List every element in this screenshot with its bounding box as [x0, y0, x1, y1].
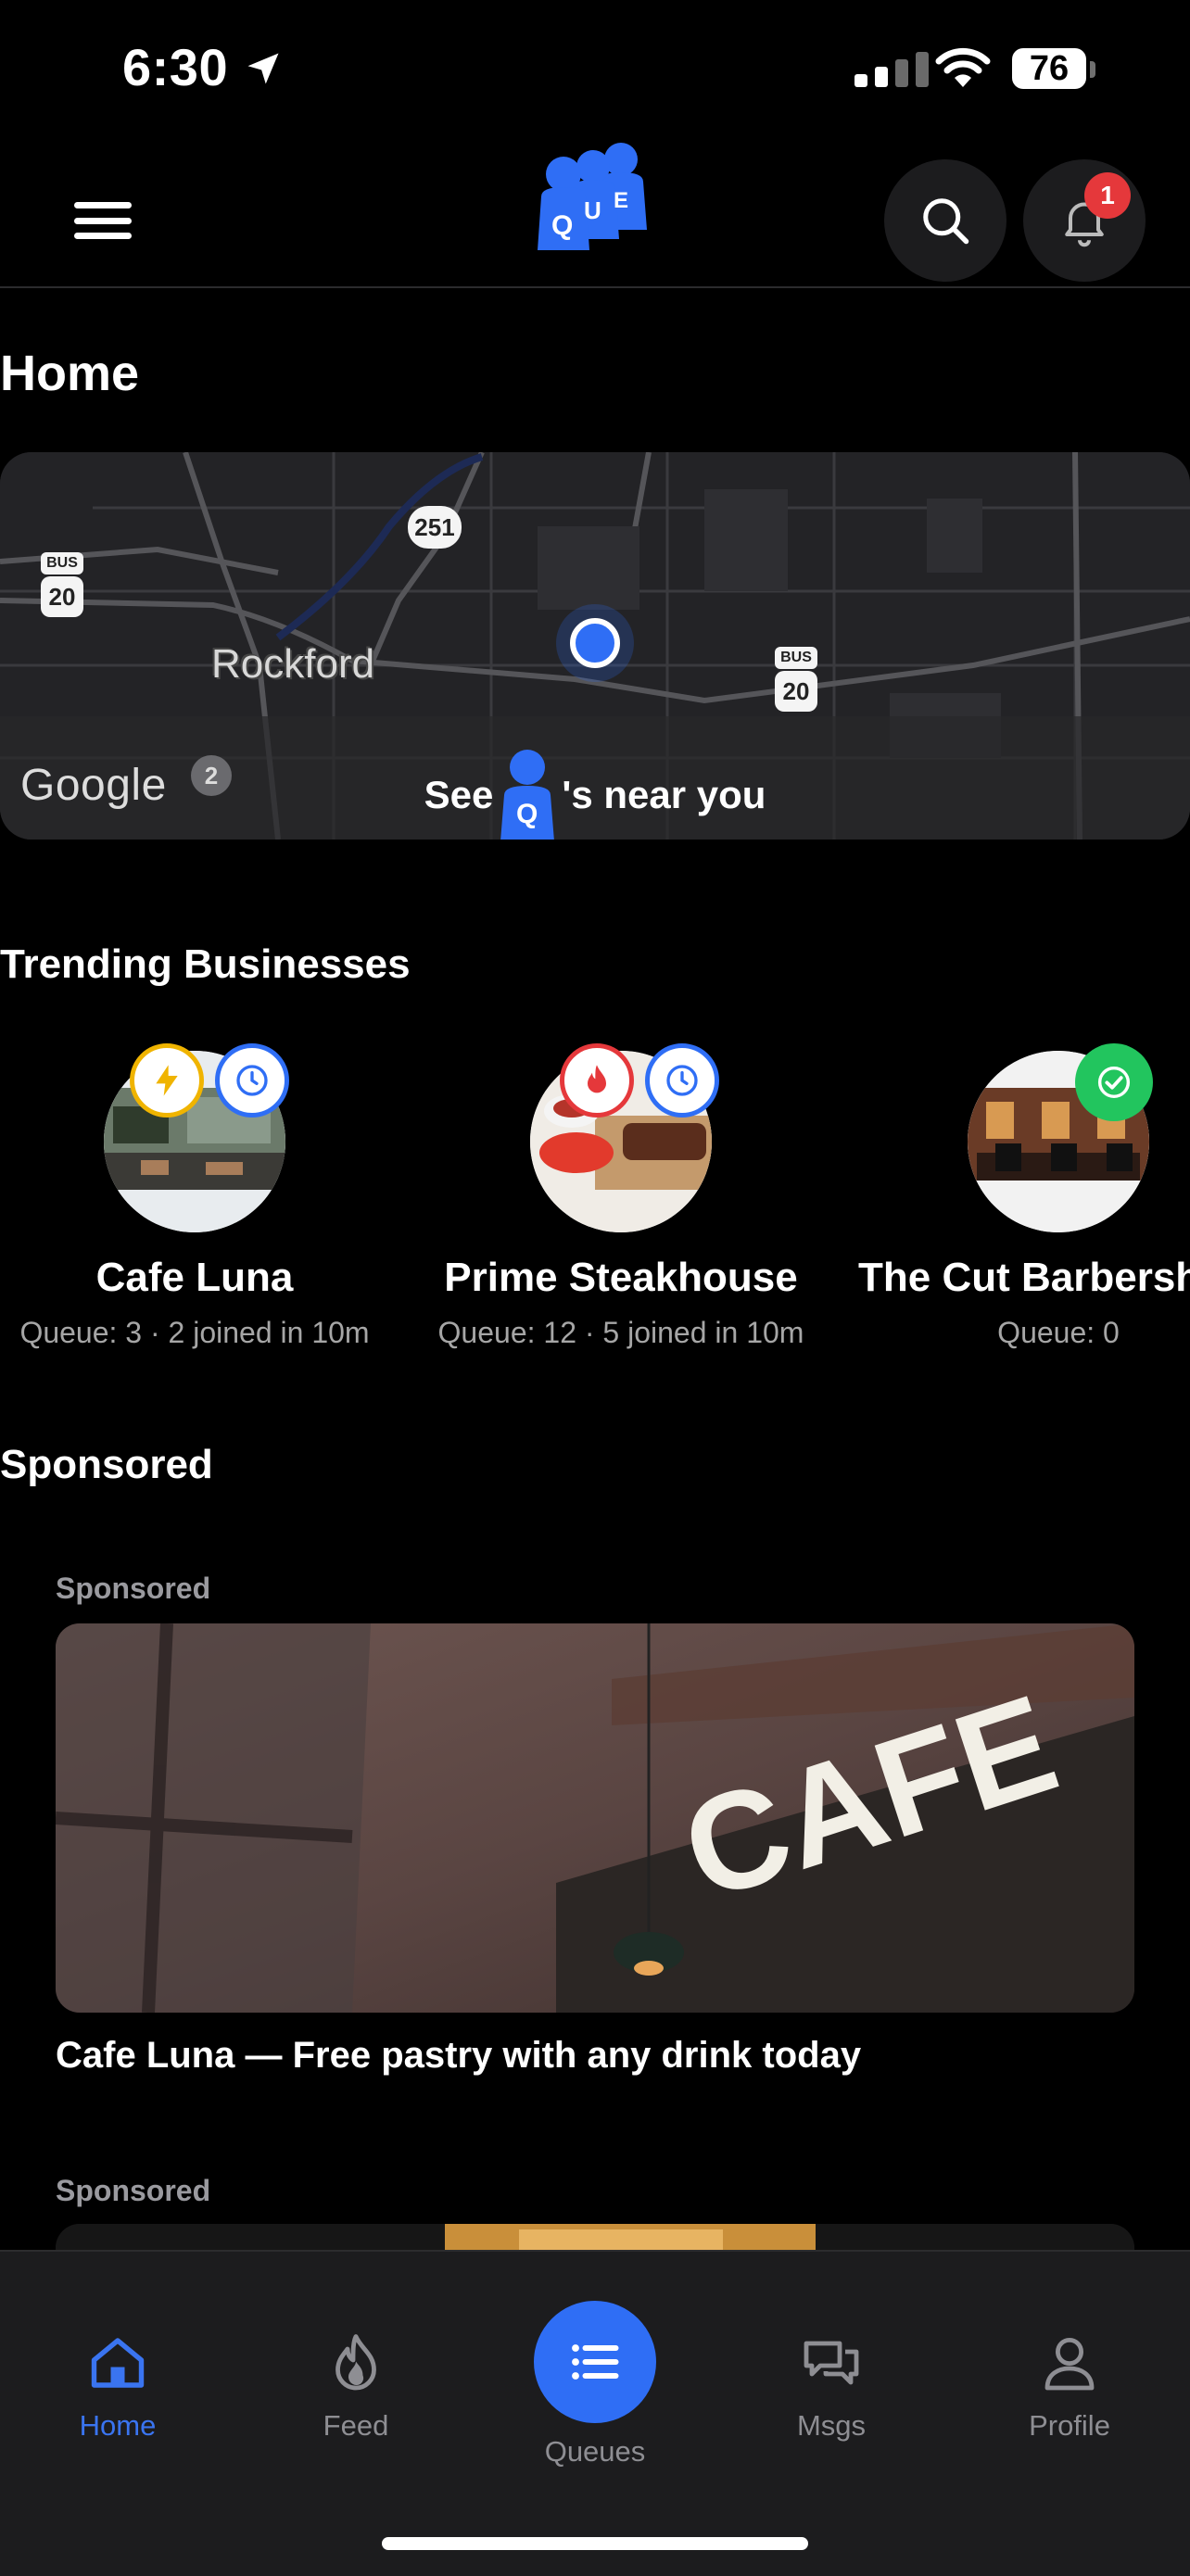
wifi-icon [934, 46, 992, 94]
search-button[interactable] [884, 159, 1006, 282]
search-icon [923, 198, 969, 245]
q-person-letter: Q [516, 799, 538, 829]
check-icon [1075, 1043, 1153, 1121]
hamburger-menu-icon[interactable] [74, 202, 132, 239]
tab-feed[interactable]: Feed [263, 2330, 449, 2443]
trending-item[interactable]: The Cut Barbersh Queue: 0 [853, 1029, 1190, 1362]
map-cta[interactable]: See Q 's near you [0, 749, 1190, 840]
tab-label: Msgs [796, 2409, 867, 2442]
business-name: Cafe Luna [95, 1255, 294, 1300]
trending-item[interactable]: Prime Steakhouse Queue: 12 · 5 joined in… [408, 1029, 834, 1362]
q-person-icon: Q [499, 749, 556, 840]
flame-icon [560, 1043, 634, 1118]
location-arrow-icon [243, 48, 284, 94]
tab-queues[interactable] [534, 2301, 656, 2423]
header-divider [0, 286, 1190, 288]
logo-letter-q: Q [551, 210, 573, 241]
lightning-icon [130, 1043, 204, 1118]
notification-count-badge: 1 [1084, 172, 1131, 219]
status-time: 6:30 [122, 38, 229, 96]
tab-msgs[interactable]: Msgs [739, 2330, 924, 2443]
tab-home[interactable]: Home [25, 2330, 210, 2443]
sponsored-label: Sponsored [56, 1572, 211, 1605]
sponsored-label: Sponsored [56, 2174, 211, 2207]
clock-icon [645, 1043, 719, 1118]
sponsored-caption[interactable]: Cafe Luna — Free pastry with any drink t… [56, 2035, 861, 2077]
tab-label: Home [79, 2409, 157, 2442]
trending-item[interactable]: Cafe Luna Queue: 3 · 2 joined in 10m [0, 1029, 389, 1362]
bus-label-right: BUS [775, 647, 817, 669]
home-icon [91, 2338, 145, 2388]
list-icon [572, 2344, 619, 2380]
tab-label: Feed [323, 2409, 389, 2442]
business-queue-meta: Queue: 12 · 5 joined in 10m [437, 1316, 804, 1349]
battery-indicator: 76 [1012, 48, 1086, 89]
route-shield-20-right: 20 [775, 671, 817, 712]
trending-title: Trending Businesses [0, 941, 411, 987]
cellular-signal-icon [855, 52, 929, 87]
chat-bubbles-icon [804, 2341, 859, 2385]
battery-tip [1090, 61, 1095, 78]
map-cta-suffix: 's near you [562, 773, 766, 816]
sponsored-image[interactable]: CAFE [56, 1623, 1134, 2013]
bus-label-left: BUS [41, 552, 83, 575]
map-cta-prefix: See [424, 773, 494, 816]
route-shield-251: 251 [408, 506, 462, 549]
tab-profile[interactable]: Profile [977, 2330, 1162, 2443]
logo-letter-u: U [584, 196, 601, 224]
person-icon [1044, 2338, 1095, 2391]
map-city-label: Rockford [211, 641, 375, 687]
logo-letter-e: E [614, 188, 628, 213]
que-logo[interactable]: Q U E [528, 137, 658, 259]
business-queue-meta: Queue: 3 · 2 joined in 10m [19, 1316, 370, 1349]
clock-icon [215, 1043, 289, 1118]
flame-icon [335, 2334, 376, 2391]
page-title: Home [0, 346, 140, 401]
sponsored-title: Sponsored [0, 1442, 213, 1487]
notifications-button[interactable] [1023, 159, 1146, 282]
business-name: Prime Steakhouse [444, 1255, 798, 1300]
tab-label: Queues [544, 2435, 646, 2468]
business-name: The Cut Barbersh [858, 1255, 1190, 1300]
business-queue-meta: Queue: 0 [997, 1316, 1120, 1349]
tab-label: Profile [1029, 2409, 1110, 2442]
nearby-map[interactable]: 251 BUS 20 BUS 20 Rockford 2 Google See … [0, 452, 1190, 840]
route-shield-20-left: 20 [41, 576, 83, 617]
home-indicator [382, 2537, 808, 2550]
